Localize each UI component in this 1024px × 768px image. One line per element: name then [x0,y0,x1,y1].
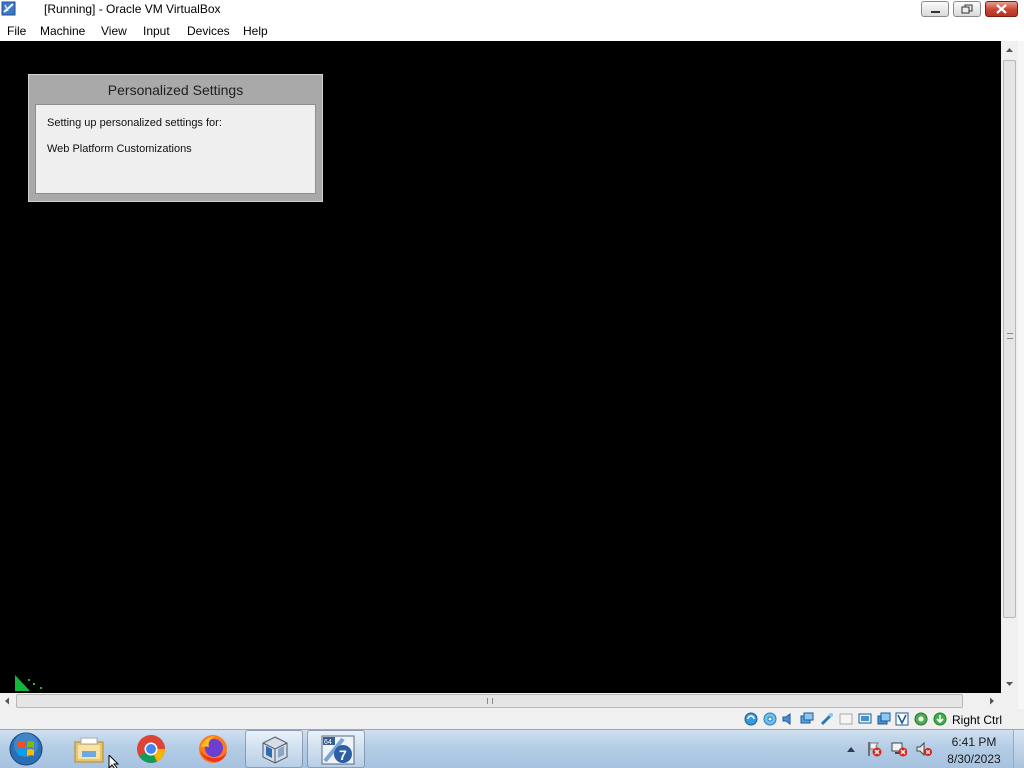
host-key-label[interactable]: Right Ctrl [952,713,1002,727]
vm-mouse-cursor-icon [15,675,42,691]
taskbar: 64 7 6:41 PM 8/30/2023 [0,729,1024,768]
close-icon [996,4,1007,14]
chrome-icon [137,735,165,763]
taskbar-windows7-vm[interactable]: 64 7 [307,730,365,768]
mouse-integration-icon[interactable] [914,712,928,726]
mouse-cursor-icon [108,755,120,768]
menu-devices[interactable]: Devices [187,24,230,38]
show-hidden-icons-icon[interactable] [846,745,856,753]
shared-folders-icon[interactable] [839,712,853,726]
scroll-grip-icon [1007,333,1013,339]
menu-file[interactable]: File [7,24,26,38]
menu-input[interactable]: Input [143,24,170,38]
hard-disk-icon[interactable] [744,712,758,726]
network-icon[interactable] [800,712,814,726]
network-tray-icon[interactable] [891,741,907,757]
windows7-vm-icon: 64 7 [321,735,355,765]
taskbar-chrome[interactable] [122,730,180,768]
vm-number-text: 7 [339,747,347,763]
clock-time[interactable]: 6:41 PM [946,735,1002,749]
recording-icon[interactable] [877,712,891,726]
dialog-component-name: Web Platform Customizations [47,143,192,155]
start-button[interactable] [7,731,45,767]
vm-badge-text: 64 [324,739,332,746]
firefox-icon [199,735,227,763]
volume-muted-icon[interactable] [916,741,932,757]
dialog-message: Setting up personalized settings for: [47,117,222,129]
audio-icon[interactable] [781,712,795,726]
horizontal-scroll-thumb[interactable] [16,694,963,708]
vm-display[interactable]: Personalized Settings Setting up persona… [0,41,1001,693]
usb-icon[interactable] [820,712,834,726]
window-title: [Running] - Oracle VM VirtualBox [44,2,221,16]
minimize-icon [931,11,940,13]
scroll-right-arrow-icon[interactable] [985,693,999,709]
scroll-up-arrow-icon[interactable] [1001,43,1018,57]
horizontal-scrollbar[interactable] [0,693,1001,709]
restore-icon [961,4,973,14]
keyboard-icon[interactable] [933,712,947,726]
minimize-button[interactable] [921,1,949,17]
scroll-down-arrow-icon[interactable] [1001,677,1018,691]
scroll-left-arrow-icon[interactable] [0,693,14,709]
dialog-body: Setting up personalized settings for: We… [35,104,316,194]
personalized-settings-dialog: Personalized Settings Setting up persona… [28,74,323,202]
virtualbox-vm-icon [1,1,16,16]
vertical-scrollbar[interactable] [1001,41,1018,693]
title-bar[interactable]: [Running] - Oracle VM VirtualBox [0,0,1024,20]
virtualbox-icon [262,736,288,764]
clock-date[interactable]: 8/30/2023 [942,752,1006,766]
menu-bar: File Machine View Input Devices Help [0,20,1024,41]
menu-machine[interactable]: Machine [40,24,85,38]
dialog-title: Personalized Settings [107,82,244,98]
status-bar: Right Ctrl [0,709,1024,729]
scroll-grip-icon [487,698,493,704]
virtualization-icon[interactable] [895,712,909,726]
taskbar-virtualbox[interactable] [245,730,303,768]
vertical-scroll-thumb[interactable] [1003,60,1016,618]
show-desktop-button[interactable] [1013,730,1024,768]
action-center-flag-icon[interactable] [866,741,882,757]
menu-help[interactable]: Help [243,24,268,38]
taskbar-firefox[interactable] [184,730,242,768]
restore-button[interactable] [953,1,981,17]
file-explorer-icon [74,737,104,763]
close-button[interactable] [985,1,1018,17]
display-icon[interactable] [858,712,872,726]
menu-view[interactable]: View [101,24,127,38]
optical-drive-icon[interactable] [763,712,777,726]
window-border [1018,41,1024,709]
